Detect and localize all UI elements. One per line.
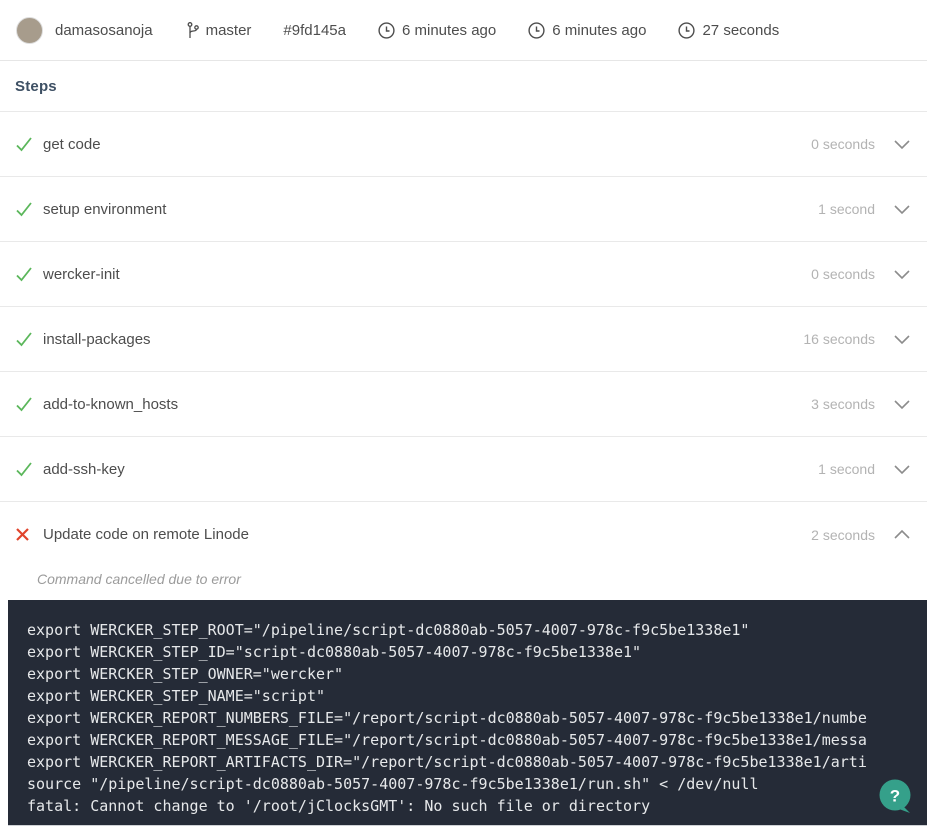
step-row-get-code[interactable]: get code 0 seconds <box>0 112 927 177</box>
clock-icon <box>378 22 395 39</box>
terminal-line: export WERCKER_STEP_ID="script-dc0880ab-… <box>27 641 927 663</box>
chevron-down-icon[interactable] <box>893 269 911 280</box>
chevron-down-icon[interactable] <box>893 139 911 150</box>
success-check-icon <box>15 331 35 347</box>
success-check-icon <box>15 201 35 217</box>
success-check-icon <box>15 136 35 152</box>
terminal-line: export WERCKER_REPORT_NUMBERS_FILE="/rep… <box>27 707 927 729</box>
step-duration: 1 second <box>818 201 875 217</box>
step-duration: 2 seconds <box>811 527 875 543</box>
step-duration: 0 seconds <box>811 136 875 152</box>
step-label: add-ssh-key <box>43 461 818 478</box>
step-label: get code <box>43 136 811 153</box>
error-x-icon <box>15 527 35 542</box>
time-created-label: 6 minutes ago <box>402 22 496 39</box>
terminal-line: export WERCKER_STEP_ROOT="/pipeline/scri… <box>27 619 927 641</box>
success-check-icon <box>15 396 35 412</box>
branch-info: master <box>187 22 252 39</box>
step-row-setup-environment[interactable]: setup environment 1 second <box>0 177 927 242</box>
terminal-line: source "/pipeline/script-dc0880ab-5057-4… <box>27 773 927 795</box>
terminal-line: export WERCKER_STEP_NAME="script" <box>27 685 927 707</box>
step-label: install-packages <box>43 331 803 348</box>
avatar[interactable] <box>16 17 43 44</box>
step-error-message: Command cancelled due to error <box>0 567 927 591</box>
build-header: damasosanoja master #9fd145a 6 minutes a… <box>0 0 927 61</box>
step-label: wercker-init <box>43 266 811 283</box>
step-log-terminal[interactable]: export WERCKER_STEP_ROOT="/pipeline/scri… <box>8 600 927 826</box>
time-duration: 27 seconds <box>678 22 779 39</box>
step-row-add-to-known-hosts[interactable]: add-to-known_hosts 3 seconds <box>0 372 927 437</box>
steps-title: Steps <box>15 78 57 95</box>
step-row-update-code-on-remote-linode[interactable]: Update code on remote Linode 2 seconds <box>0 502 927 567</box>
step-duration: 1 second <box>818 461 875 477</box>
step-duration: 16 seconds <box>803 331 875 347</box>
terminal-line: fatal: Cannot change to '/root/jClocksGM… <box>27 795 927 817</box>
chevron-up-icon[interactable] <box>893 529 911 540</box>
chevron-down-icon[interactable] <box>893 334 911 345</box>
success-check-icon <box>15 461 35 477</box>
terminal-line: export WERCKER_REPORT_ARTIFACTS_DIR="/re… <box>27 751 927 773</box>
chevron-down-icon[interactable] <box>893 464 911 475</box>
clock-icon <box>528 22 545 39</box>
time-created: 6 minutes ago <box>378 22 496 39</box>
step-row-add-ssh-key[interactable]: add-ssh-key 1 second <box>0 437 927 502</box>
step-row-wercker-init[interactable]: wercker-init 0 seconds <box>0 242 927 307</box>
success-check-icon <box>15 266 35 282</box>
steps-section-header: Steps <box>0 61 927 112</box>
svg-text:?: ? <box>890 787 900 806</box>
commit-link[interactable]: #9fd145a <box>283 22 346 39</box>
time-finished-label: 6 minutes ago <box>552 22 646 39</box>
chevron-down-icon[interactable] <box>893 204 911 215</box>
step-label: add-to-known_hosts <box>43 396 811 413</box>
help-bubble-icon: ? <box>877 778 915 816</box>
git-branch-icon <box>187 22 199 39</box>
clock-icon <box>678 22 695 39</box>
chevron-down-icon[interactable] <box>893 399 911 410</box>
time-finished: 6 minutes ago <box>528 22 646 39</box>
step-row-install-packages[interactable]: install-packages 16 seconds <box>0 307 927 372</box>
help-button[interactable]: ? <box>877 778 915 816</box>
username-link[interactable]: damasosanoja <box>55 22 153 39</box>
step-label: Update code on remote Linode <box>43 526 811 543</box>
time-duration-label: 27 seconds <box>702 22 779 39</box>
terminal-line: export WERCKER_REPORT_MESSAGE_FILE="/rep… <box>27 729 927 751</box>
step-label: setup environment <box>43 201 818 218</box>
terminal-line: export WERCKER_STEP_OWNER="wercker" <box>27 663 927 685</box>
branch-name: master <box>206 22 252 39</box>
step-duration: 0 seconds <box>811 266 875 282</box>
step-duration: 3 seconds <box>811 396 875 412</box>
